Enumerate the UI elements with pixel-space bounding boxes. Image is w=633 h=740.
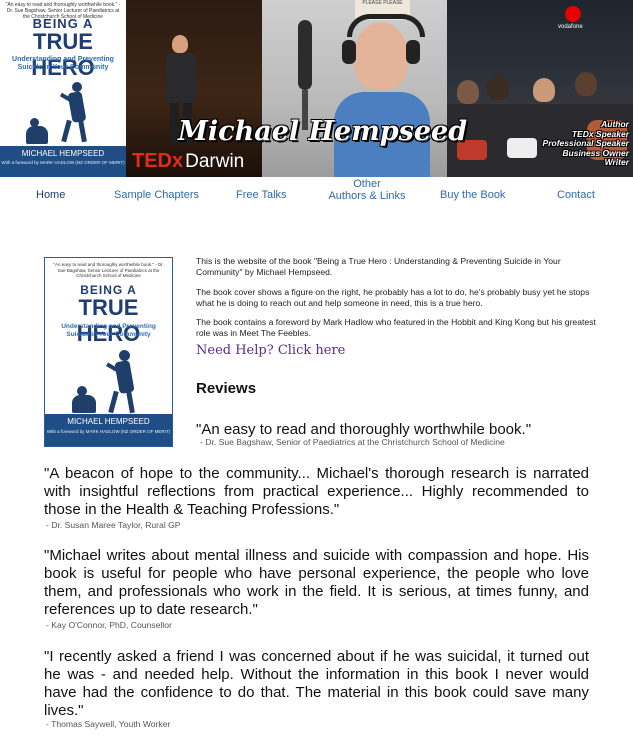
nav-other-line2: Authors & Links	[328, 190, 406, 202]
cover-author: MICHAEL HEMPSEED	[21, 149, 105, 158]
tedx-logo: TEDx Darwin	[132, 150, 245, 172]
nav-home[interactable]: Home	[36, 189, 65, 201]
nav-free-talks[interactable]: Free Talks	[236, 189, 287, 201]
intro-paragraph-1: This is the website of the book "Being a…	[196, 256, 561, 277]
book-cover-image: "An easy to read and thoroughly worthwhi…	[44, 257, 173, 447]
banner-book-cover: "An easy to read and thoroughly worthwhi…	[0, 0, 126, 177]
review-attribution: - Dr. Sue Bagshaw, Senior of Paediatrics…	[200, 437, 505, 447]
header-banner: "An easy to read and thoroughly worthwhi…	[0, 0, 633, 177]
cover-title-line2: TRUE HERO	[31, 29, 95, 80]
banner-headphones-photo: PLEASE PLEASE	[262, 0, 447, 177]
cover-foreword: With a foreword by MARK HADLOW (NZ ORDER…	[1, 160, 125, 165]
review-quote: "Michael writes about mental illness and…	[44, 547, 589, 618]
cover-subtitle: Understanding and Preventing Suicide in …	[12, 56, 114, 71]
vodafone-logo-icon	[565, 6, 581, 22]
nav-other-authors-links[interactable]: Other Authors & Links	[328, 178, 406, 202]
intro-paragraph-3: The book contains a foreword by Mark Had…	[196, 317, 596, 338]
reviews-heading: Reviews	[196, 380, 257, 397]
banner-author-name: Michael Hempseed	[178, 116, 468, 147]
review-attribution: - Dr. Susan Maree Taylor, Rural GP	[46, 520, 181, 530]
review-attribution: - Thomas Saywell, Youth Worker	[46, 719, 171, 729]
nav-other-line1: Other	[353, 178, 381, 190]
nav-buy-the-book[interactable]: Buy the Book	[440, 189, 505, 201]
book-cover-author: MICHAEL HEMPSEED	[67, 417, 150, 426]
need-help-link[interactable]: Need Help? Click here	[196, 343, 345, 358]
book-cover-title-line2: TRUE HERO	[76, 295, 141, 346]
book-cover-foreword: With a foreword by MARK HADLOW (NZ ORDER…	[46, 429, 171, 434]
banner-roles: Author TEDx Speaker Professional Speaker…	[543, 119, 629, 168]
nav-sample-chapters[interactable]: Sample Chapters	[114, 189, 199, 201]
main-nav: Home Sample Chapters Free Talks Other Au…	[0, 178, 633, 210]
book-cover-quote: "An easy to read and thoroughly worthwhi…	[53, 262, 164, 278]
intro-paragraph-2: The book cover shows a figure on the rig…	[196, 287, 590, 308]
review-quote: "A beacon of hope to the community... Mi…	[44, 465, 589, 518]
book-cover-subtitle: Understanding and Preventing Suicide in …	[61, 323, 156, 338]
review-quote: "I recently asked a friend I was concern…	[44, 648, 589, 719]
role-item: Writer	[604, 157, 629, 167]
review-attribution: - Kay O'Connor, PhD, Counsellor	[46, 620, 172, 630]
nav-contact[interactable]: Contact	[557, 189, 595, 201]
